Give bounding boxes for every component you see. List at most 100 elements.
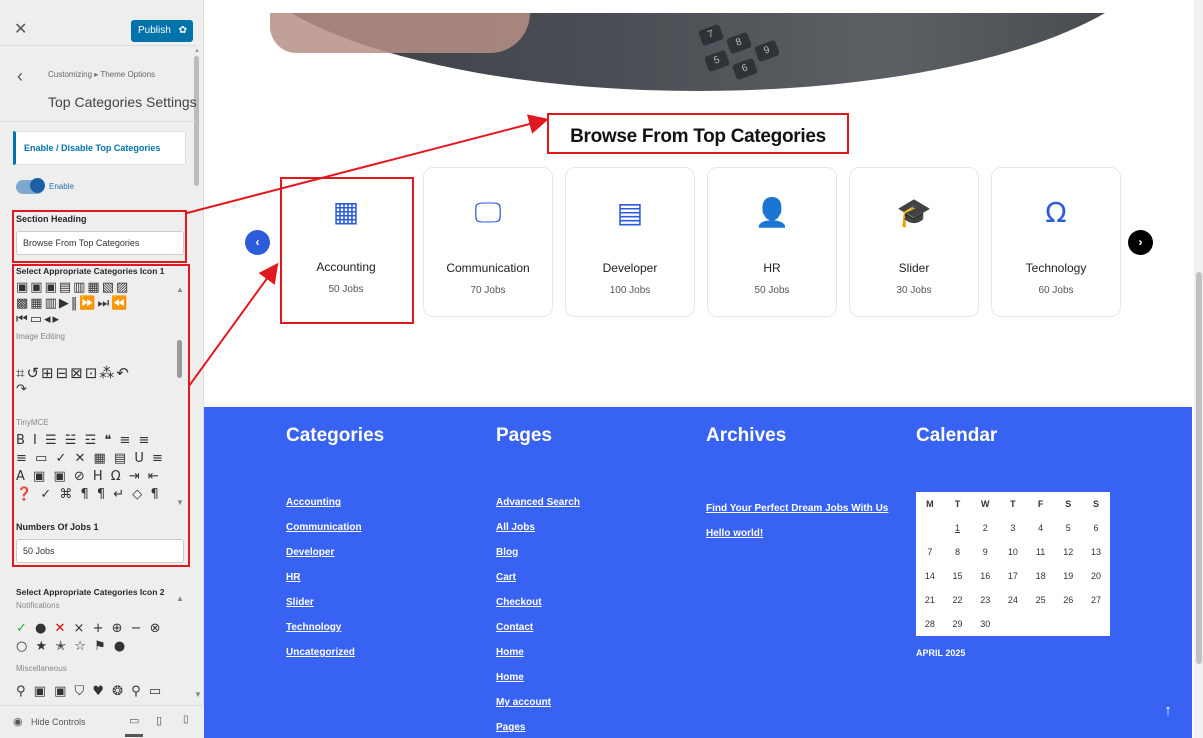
icon-row-text-tools[interactable]: ≡ ▭ ✓ ✕ ▦ ▤ U ≡ [16,451,165,466]
customizer-sidebar: ✕ Publish ✿ ▲ ‹ Customizing ▸ Theme Opti… [0,0,204,738]
calendar-week-row: 7 8 9 10 11 12 13 [916,540,1110,564]
footer-link[interactable]: Slider [286,597,362,622]
calendar-day-header: M [926,499,934,509]
calendar-day [1054,612,1082,636]
icon-row-ratings[interactable]: ○ ★ ✭ ☆ ⚑ ● [16,639,127,654]
calendar-day: 26 [1063,595,1074,605]
close-icon[interactable]: ✕ [14,19,27,39]
category-card-hr[interactable]: 👤 HR 50 Jobs [707,167,837,317]
carousel-next-button[interactable]: › [1128,230,1153,255]
icon-row-image-editing[interactable]: ⌗↺⊞⊟⊠⊡⁂↶ [16,364,131,382]
gear-icon[interactable]: ✿ [179,20,187,42]
sidebar-scroll-down-icon[interactable]: ▼ [194,690,202,699]
calendar-day: 27 [1090,595,1101,605]
footer-link[interactable]: HR [286,572,362,597]
icon-row-text-insert[interactable]: A ▣ ▣ ⊘ H Ω ⇥ ⇤ [16,469,161,484]
footer-link[interactable]: Pages [496,722,580,738]
icon-row-document-icons[interactable]: ▣▣▣▤▥▦▧▨ [16,280,130,295]
icon-row-notifications[interactable]: ✓ ● ✕ × + ⊕ − ⊗ [16,621,163,636]
calendar-day: 15 [952,571,963,581]
calendar-day: 22 [952,595,963,605]
section-header: ‹ Customizing ▸ Theme Options Top Catego… [0,56,197,122]
jobs1-input[interactable]: 50 Jobs [16,539,184,563]
hide-controls-icon[interactable]: ◉ [13,715,23,728]
site-footer: Categories Accounting Communication Develo… [204,407,1192,738]
toggle-knob[interactable] [30,178,45,193]
footer-link[interactable]: Communication [286,522,362,547]
icon-row-text-misc[interactable]: ❓ ✓ ⌘ ¶ ¶ ↵ ◇ ¶ [16,487,161,502]
footer-link[interactable]: Cart [496,572,580,597]
footer-link[interactable]: Blog [496,547,580,572]
category-card-developer[interactable]: ▤ Developer 100 Jobs [565,167,695,317]
breadcrumb: Customizing ▸ Theme Options [48,70,156,79]
category-name: Accounting [316,260,376,274]
calendar-week-row: 14 15 16 17 18 19 20 [916,564,1110,588]
calendar-day-header: S [1092,499,1099,509]
hide-controls-button[interactable]: Hide Controls [31,717,86,727]
footer-link[interactable]: Checkout [496,597,580,622]
footer-link[interactable]: Advanced Search [496,497,580,522]
picker-scroll-up-icon[interactable]: ▲ [176,285,184,294]
carousel-prev-button[interactable]: ‹ [245,230,270,255]
monitor-icon: 🖵 [474,196,502,229]
footer-link[interactable]: Home [496,647,580,672]
footer-archives-links: Find Your Perfect Dream Jobs With Us Hell… [706,503,888,553]
category-job-count: 100 Jobs [609,285,651,296]
footer-link[interactable]: Developer [286,547,362,572]
footer-link[interactable]: Accounting [286,497,362,522]
footer-link[interactable]: All Jobs [496,522,580,547]
icon-row-playback-icons[interactable]: ⏮▭◂▸ [16,312,61,327]
icon-row-media-icons[interactable]: ▩▦▥▶‖⏩⏭⏪ [16,296,129,311]
footer-calendar: Calendar M T W T F S S 1 2 3 4 5 6 7 8 9 10 11 12 13 14 15 16 1… [916,425,1110,658]
calendar-day: 16 [980,571,991,581]
active-device-indicator [125,734,143,737]
footer-categories-title: Categories [286,425,385,446]
category-job-count: 70 Jobs [470,285,506,296]
category-card-accounting[interactable]: ▦ Accounting 50 Jobs [281,177,411,324]
category-card-technology[interactable]: Ω Technology 60 Jobs [991,167,1121,317]
calendar-day: 24 [1007,595,1018,605]
picker2-scroll-up-icon[interactable]: ▲ [176,594,184,603]
icon1-picker-scrollbar[interactable] [177,340,182,378]
preview-scrollbar-thumb[interactable] [1196,272,1202,664]
footer-link[interactable]: Hello world! [706,528,888,553]
calendar-day: 19 [1063,571,1074,581]
omega-icon: Ω [1045,196,1067,229]
picker-scroll-down-icon[interactable]: ▼ [176,498,184,507]
back-arrow-icon[interactable]: ‹ [17,66,23,87]
scroll-up-icon[interactable]: ▲ [194,48,200,54]
calendar-day: 12 [1063,547,1074,557]
icon-row-miscellaneous[interactable]: ⚲ ▣ ▣ ⛉ ♥ ❂ ⚲ ▭ [16,684,163,699]
calendar-day[interactable]: 1 [944,516,972,540]
footer-link[interactable]: Home [496,672,580,697]
calendar-day: 4 [1038,523,1044,533]
footer-categories: Categories Accounting Communication Develo… [286,425,385,658]
publish-button[interactable]: Publish ✿ [131,20,193,42]
footer-link[interactable]: My account [496,697,580,722]
category-card-slider[interactable]: 🎓 Slider 30 Jobs [849,167,979,317]
tablet-preview-icon[interactable]: ▯ [156,714,162,727]
icon-row-redo[interactable]: ↷ [16,382,29,397]
calendar-day: 25 [1035,595,1046,605]
footer-pages: Pages Advanced Search All Jobs Blog Cart Che… [496,425,580,733]
calendar-day: 3 [1010,523,1016,533]
mobile-preview-icon[interactable]: ▯ [183,714,189,725]
footer-archives: Archives Find Your Perfect Dream Jobs Wi… [706,425,888,539]
calendar-table: M T W T F S S 1 2 3 4 5 6 7 8 9 10 11 12 13 14 15 16 17 18 19 20 21… [916,492,1110,636]
scroll-to-top-button[interactable]: ↑ [1154,697,1182,725]
footer-link[interactable]: Technology [286,622,362,647]
calendar-day: 7 [927,547,933,557]
footer-link[interactable]: Contact [496,622,580,647]
footer-link[interactable]: Find Your Perfect Dream Jobs With Us [706,503,888,528]
calendar-week-row: 12 3 4 5 6 [916,516,1110,540]
calendar-day: 14 [924,571,935,581]
section-heading-input[interactable]: Browse From Top Categories [16,231,184,255]
footer-archives-title: Archives [706,425,787,446]
icon-row-text-format[interactable]: B I ☰ ☱ ☲ ❝ ≡ ≡ [16,433,151,448]
calendar-day: 21 [924,595,935,605]
publish-label: Publish [138,25,171,36]
calendar-day [999,612,1027,636]
desktop-preview-icon[interactable]: ▭ [129,714,139,727]
footer-link[interactable]: Uncategorized [286,647,362,672]
category-card-communication[interactable]: 🖵 Communication 70 Jobs [423,167,553,317]
